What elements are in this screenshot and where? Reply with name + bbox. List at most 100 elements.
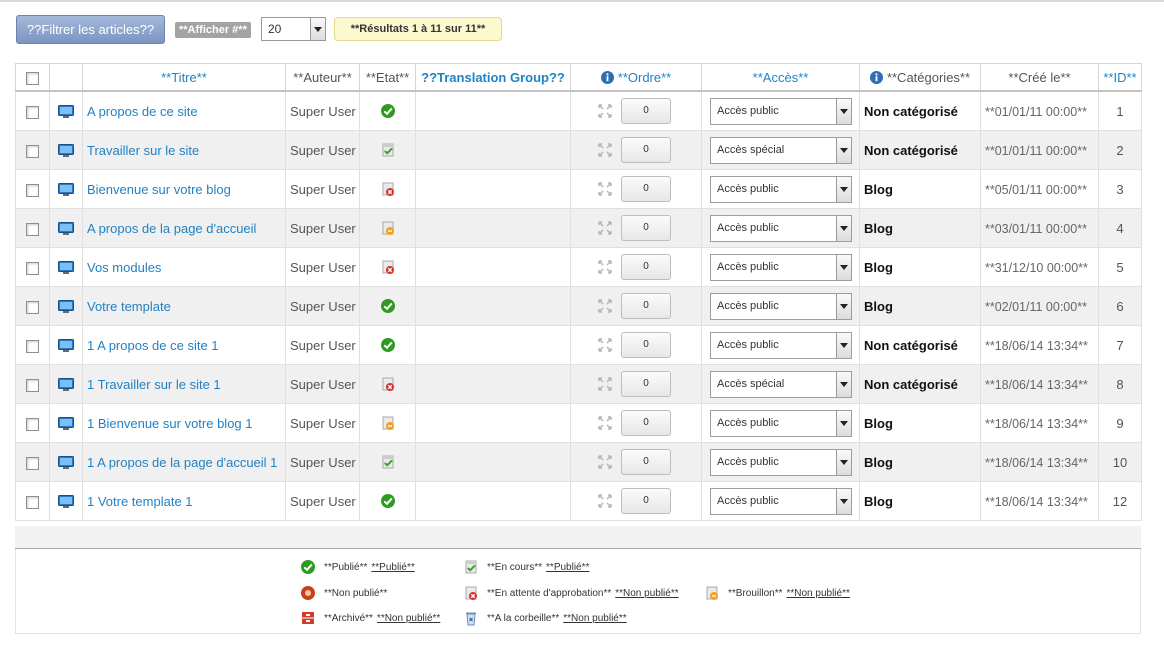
- access-select[interactable]: Accès spécial: [710, 370, 852, 398]
- drag-handle-icon[interactable]: [597, 103, 613, 119]
- translation-group-cell: [415, 442, 571, 482]
- sort-order-header[interactable]: **Ordre**: [570, 63, 702, 92]
- drag-handle-icon[interactable]: [597, 220, 613, 236]
- article-title-link[interactable]: A propos de la page d'accueil: [87, 221, 256, 236]
- article-title-link[interactable]: Vos modules: [87, 260, 161, 275]
- article-title-link[interactable]: Travailler sur le site: [87, 143, 199, 158]
- row-checkbox[interactable]: [26, 144, 39, 158]
- sort-access-header[interactable]: **Accès**: [701, 63, 860, 92]
- drag-handle-icon[interactable]: [597, 376, 613, 392]
- row-checkbox[interactable]: [26, 495, 39, 509]
- legend-archived-link[interactable]: **Non publié**: [377, 613, 440, 624]
- access-select[interactable]: Accès public: [710, 292, 852, 320]
- display-limit-select[interactable]: 20: [261, 17, 326, 41]
- access-select[interactable]: Accès public: [710, 409, 852, 437]
- pending-icon[interactable]: [380, 376, 396, 392]
- order-input[interactable]: 0: [621, 98, 671, 124]
- published-icon[interactable]: [380, 337, 396, 353]
- order-input[interactable]: 0: [621, 137, 671, 163]
- order-input[interactable]: 0: [621, 449, 671, 475]
- drag-handle-icon[interactable]: [597, 181, 613, 197]
- draft-icon[interactable]: [380, 220, 396, 236]
- sort-id-header[interactable]: **ID**: [1098, 63, 1142, 92]
- row-checkbox[interactable]: [26, 300, 39, 314]
- access-select[interactable]: Accès public: [710, 487, 852, 515]
- access-select[interactable]: Accès public: [710, 97, 852, 125]
- chevron-down-icon[interactable]: [836, 449, 851, 475]
- order-input[interactable]: 0: [621, 332, 671, 358]
- access-cell: Accès public: [701, 247, 860, 287]
- access-select[interactable]: Accès public: [710, 214, 852, 242]
- chevron-down-icon[interactable]: [836, 215, 851, 241]
- chevron-down-icon[interactable]: [836, 293, 851, 319]
- drag-handle-icon[interactable]: [597, 493, 613, 509]
- article-title-link[interactable]: Bienvenue sur votre blog: [87, 182, 231, 197]
- access-select[interactable]: Accès public: [710, 331, 852, 359]
- access-select[interactable]: Accès public: [710, 175, 852, 203]
- row-checkbox[interactable]: [26, 261, 39, 275]
- legend-trashed-link[interactable]: **Non publié**: [563, 613, 626, 624]
- row-checkbox[interactable]: [26, 339, 39, 353]
- current-icon[interactable]: [380, 454, 396, 470]
- published-icon[interactable]: [380, 298, 396, 314]
- article-title-link[interactable]: 1 Travailler sur le site 1: [87, 377, 221, 392]
- chevron-down-icon[interactable]: [836, 98, 851, 124]
- drag-handle-icon[interactable]: [597, 337, 613, 353]
- row-checkbox[interactable]: [26, 378, 39, 392]
- article-title-link[interactable]: A propos de ce site: [87, 104, 198, 119]
- drag-handle-icon[interactable]: [597, 142, 613, 158]
- info-icon[interactable]: [869, 70, 883, 84]
- drag-handle-icon[interactable]: [597, 298, 613, 314]
- row-checkbox[interactable]: [26, 105, 39, 119]
- legend-current-link[interactable]: **Publié**: [546, 562, 589, 573]
- legend-pending-link[interactable]: **Non publié**: [615, 588, 678, 599]
- sort-translation-group-header[interactable]: ??Translation Group??: [415, 63, 571, 92]
- chevron-down-icon[interactable]: [836, 410, 851, 436]
- chevron-down-icon[interactable]: [836, 371, 851, 397]
- chevron-down-icon[interactable]: [310, 18, 325, 40]
- drag-handle-icon[interactable]: [597, 259, 613, 275]
- category-cell: Non catégorisé: [859, 130, 981, 170]
- chevron-down-icon[interactable]: [836, 176, 851, 202]
- order-input[interactable]: 0: [621, 488, 671, 514]
- article-title-link[interactable]: 1 A propos de ce site 1: [87, 338, 219, 353]
- filter-articles-button[interactable]: ??Filtrer les articles??: [16, 15, 165, 44]
- row-checkbox[interactable]: [26, 456, 39, 470]
- pending-icon[interactable]: [380, 259, 396, 275]
- chevron-down-icon[interactable]: [836, 332, 851, 358]
- chevron-down-icon[interactable]: [836, 254, 851, 280]
- select-all-checkbox[interactable]: [26, 71, 39, 85]
- row-checkbox[interactable]: [26, 222, 39, 236]
- order-input[interactable]: 0: [621, 371, 671, 397]
- draft-icon[interactable]: [380, 415, 396, 431]
- order-input[interactable]: 0: [621, 254, 671, 280]
- legend-published-link[interactable]: **Publié**: [371, 562, 414, 573]
- order-input[interactable]: 0: [621, 410, 671, 436]
- article-title-link[interactable]: 1 Votre template 1: [87, 494, 193, 509]
- order-input[interactable]: 0: [621, 215, 671, 241]
- published-icon[interactable]: [380, 493, 396, 509]
- row-checkbox[interactable]: [26, 417, 39, 431]
- article-title-link[interactable]: Votre template: [87, 299, 171, 314]
- sort-title-header[interactable]: **Titre**: [82, 63, 286, 92]
- drag-handle-icon[interactable]: [597, 454, 613, 470]
- chevron-down-icon[interactable]: [836, 488, 851, 514]
- chevron-down-icon[interactable]: [836, 137, 851, 163]
- order-cell: 0: [570, 247, 702, 287]
- access-select[interactable]: Accès public: [710, 253, 852, 281]
- pending-icon[interactable]: [380, 181, 396, 197]
- order-input[interactable]: 0: [621, 293, 671, 319]
- order-cell: 0: [570, 364, 702, 404]
- access-select[interactable]: Accès spécial: [710, 136, 852, 164]
- access-select[interactable]: Accès public: [710, 448, 852, 476]
- article-title-link[interactable]: 1 Bienvenue sur votre blog 1: [87, 416, 253, 431]
- current-icon[interactable]: [380, 142, 396, 158]
- legend-draft-link[interactable]: **Non publié**: [786, 588, 849, 599]
- row-checkbox[interactable]: [26, 183, 39, 197]
- info-icon[interactable]: [600, 70, 614, 84]
- article-title-link[interactable]: 1 A propos de la page d'accueil 1: [87, 455, 277, 470]
- drag-handle-icon[interactable]: [597, 415, 613, 431]
- published-icon[interactable]: [380, 103, 396, 119]
- order-input[interactable]: 0: [621, 176, 671, 202]
- row-icon-cell: [49, 208, 83, 248]
